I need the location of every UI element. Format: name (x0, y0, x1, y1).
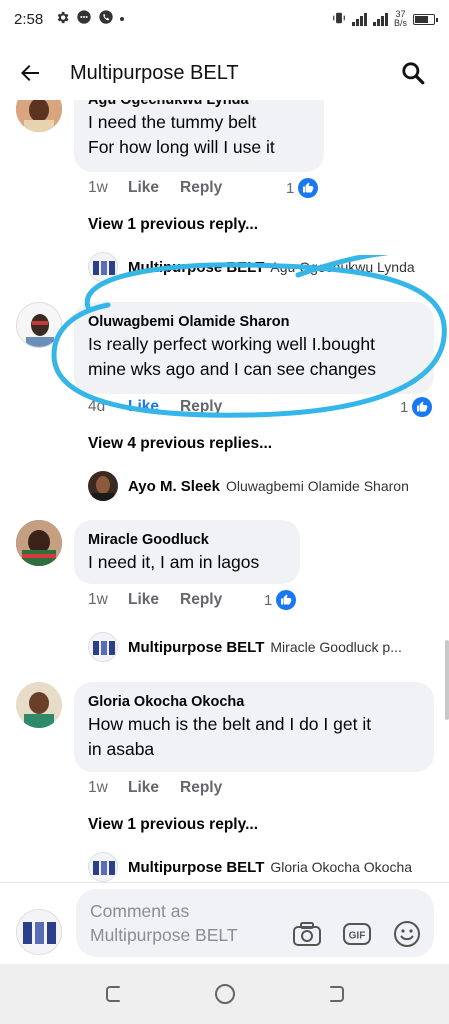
comment-text-line: I need the tummy belt (88, 112, 257, 132)
vibrate-icon (332, 11, 346, 27)
reply-preview-row[interactable]: Multipurpose BELT Gloria Okocha Okocha (88, 852, 433, 882)
comment-bubble[interactable]: Miracle Goodluck I need it, I am in lago… (74, 520, 300, 584)
arrow-left-icon (21, 65, 39, 81)
view-previous-replies[interactable]: View 4 previous replies... (88, 435, 272, 453)
reply-author: Multipurpose BELT (128, 858, 265, 876)
thumbs-up-icon (298, 178, 319, 198)
like-button[interactable]: Like (128, 779, 180, 797)
reply-author: Multipurpose BELT (128, 258, 265, 276)
system-navbar (0, 964, 449, 1024)
status-time: 2:58 (14, 10, 44, 28)
status-bar: 2:58 37 B/s (0, 0, 449, 38)
page-avatar (16, 909, 62, 955)
back-button[interactable] (18, 55, 54, 91)
avatar[interactable] (16, 302, 62, 348)
comment-bubble[interactable]: Agu Ogechukwu Lynda I need the tummy bel… (74, 100, 324, 172)
camera-icon[interactable] (292, 919, 322, 949)
comment-text-line: For how long will I use it (88, 137, 275, 157)
reaction-count-value: 1 (400, 398, 409, 416)
messenger-icon (76, 9, 92, 29)
comment-bubble[interactable]: Oluwagbemi Olamide Sharon Is really perf… (74, 302, 434, 394)
phone-icon (98, 9, 114, 29)
avatar[interactable] (16, 682, 62, 728)
signal-icon-2 (372, 12, 388, 26)
comment-text-line: I need it, I am in lagos (88, 552, 260, 572)
like-button[interactable]: Like (128, 398, 180, 416)
reaction-count-value: 1 (286, 179, 295, 197)
avatar[interactable] (16, 100, 62, 132)
comment-actions: 1w Like Reply (88, 779, 222, 797)
signal-icon (351, 12, 367, 26)
reply-author: Ayo M. Sleek (128, 477, 220, 495)
page-avatar (88, 632, 118, 662)
search-button[interactable] (395, 55, 431, 91)
gif-icon[interactable]: GIF (342, 919, 372, 949)
comment-text-line: How much is the belt and I do I get it (88, 714, 372, 734)
comment-text-line: Is really perfect working well I.bought (88, 334, 375, 354)
reply-preview-text: Oluwagbemi Olamide Sharon (225, 478, 409, 494)
comment-author[interactable]: Miracle Goodluck (88, 530, 286, 550)
reaction-count[interactable]: 1 (286, 178, 319, 198)
reply-preview-row[interactable]: Multipurpose BELT Miracle Goodluck p... (88, 632, 433, 662)
comment-input-placeholder: Comment as Multipurpose BELT (90, 901, 238, 945)
reply-preview-text: Agu Ogechukwu Lynda (270, 259, 415, 275)
comment-time: 4d (88, 398, 106, 415)
reaction-count-value: 1 (264, 591, 273, 609)
reply-button[interactable]: Reply (180, 179, 222, 197)
network-speed: 37 B/s (394, 10, 407, 28)
thumbs-up-icon (276, 590, 297, 610)
page-title: Multipurpose BELT (70, 61, 239, 84)
gear-icon (55, 10, 70, 29)
reply-preview-text: Gloria Okocha Okocha (270, 859, 413, 875)
comment-bubble[interactable]: Gloria Okocha Okocha How much is the bel… (74, 682, 434, 772)
comment-actions: 1w Like Reply (88, 591, 222, 609)
network-speed-unit: B/s (393, 18, 407, 28)
reaction-count[interactable]: 1 (400, 397, 433, 417)
reply-preview-row[interactable]: Multipurpose BELT Agu Ogechukwu Lynda (88, 252, 433, 282)
avatar[interactable] (16, 520, 62, 566)
reaction-count[interactable]: 1 (264, 590, 297, 610)
battery-icon (413, 13, 438, 25)
comments-feed[interactable]: Agu Ogechukwu Lynda I need the tummy bel… (0, 100, 449, 882)
app-header: Multipurpose BELT (0, 38, 449, 108)
back-icon[interactable] (322, 981, 348, 1007)
comment-text-line: mine wks ago and I can see changes (88, 359, 376, 379)
comment-composer: Comment as Multipurpose BELT GIF (0, 882, 449, 964)
like-button[interactable]: Like (128, 179, 180, 197)
comment-author[interactable]: Gloria Okocha Okocha (88, 692, 420, 712)
reply-button[interactable]: Reply (180, 591, 222, 609)
comment-actions: 4d Like Reply (88, 398, 222, 416)
search-icon (402, 62, 425, 85)
comment-actions: 1w Like Reply (88, 179, 222, 197)
scrollbar[interactable] (445, 640, 449, 720)
comment-text-line: in asaba (88, 739, 155, 759)
view-previous-replies[interactable]: View 1 previous reply... (88, 216, 258, 234)
comment-time: 1w (88, 779, 108, 796)
reply-preview-row[interactable]: Ayo M. Sleek Oluwagbemi Olamide Sharon (88, 471, 433, 501)
reply-button[interactable]: Reply (180, 779, 222, 797)
comment-author[interactable]: Oluwagbemi Olamide Sharon (88, 312, 420, 332)
page-avatar (88, 852, 118, 882)
avatar (88, 471, 118, 501)
reply-author: Multipurpose BELT (128, 638, 265, 656)
recents-icon[interactable] (102, 981, 128, 1007)
svg-text:GIF: GIF (349, 931, 366, 942)
status-left: 2:58 (14, 9, 125, 29)
comment-input[interactable]: Comment as Multipurpose BELT GIF (76, 889, 434, 957)
comment-author[interactable]: Agu Ogechukwu Lynda (88, 100, 310, 110)
status-right: 37 B/s (332, 10, 438, 28)
page-avatar (88, 252, 118, 282)
thumbs-up-icon (412, 397, 433, 417)
emoji-icon[interactable] (392, 919, 422, 949)
view-previous-replies[interactable]: View 1 previous reply... (88, 816, 258, 834)
notification-dot (120, 17, 125, 21)
comment-time: 1w (88, 591, 108, 608)
like-button[interactable]: Like (128, 591, 180, 609)
reply-preview-text: Miracle Goodluck p... (270, 639, 402, 655)
comment-time: 1w (88, 179, 108, 196)
home-icon[interactable] (212, 981, 238, 1007)
reply-button[interactable]: Reply (180, 398, 222, 416)
